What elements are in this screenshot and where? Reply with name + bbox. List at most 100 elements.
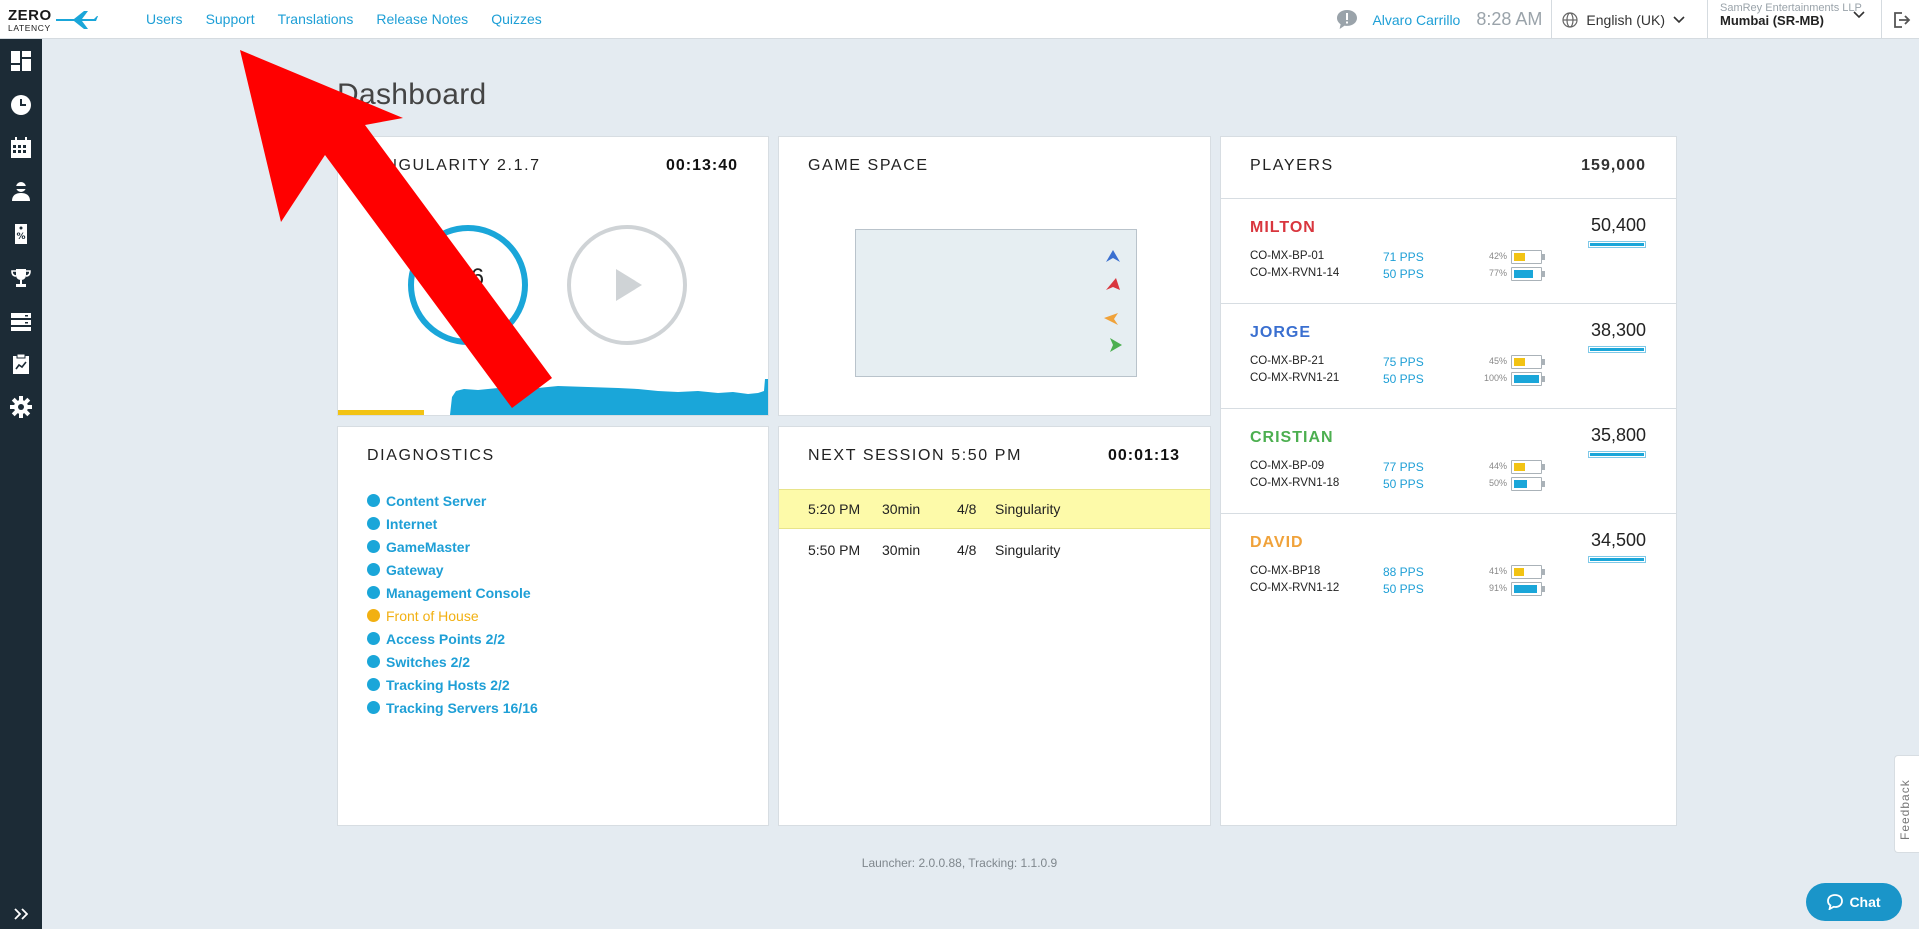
player-name: MILTON [1250,219,1316,236]
session-time: 5:20 PM [808,501,861,517]
voucher-icon: % [15,224,27,244]
chat-button[interactable]: Chat [1806,883,1902,921]
player-row[interactable]: MILTON 50,400 CO-MX-BP-01 71 PPS 42% CO-MX-RV… [1221,199,1676,304]
sidebar-item-vouchers[interactable]: % [0,216,42,252]
score-ring: 396 [408,225,528,345]
diagnostic-item[interactable]: Switches 2/2 [367,650,538,673]
battery-icon [1511,582,1545,596]
session-row[interactable]: 5:50 PM 30min 4/8 Singularity [779,530,1210,570]
user-name-link[interactable]: Alvaro Carrillo [1372,12,1460,28]
player-score: 38,300 [1590,320,1646,340]
session-row[interactable]: 5:20 PM 30min 4/8 Singularity [779,489,1210,529]
venue-selector[interactable]: SamRey Entertainments LLP Mumbai (SR-MB) [1707,0,1881,39]
next-session-card: NEXT SESSION 5:50 PM 00:01:13 5:20 PM 30m… [778,426,1211,826]
language-selector[interactable]: English (UK) [1551,0,1707,39]
player-name: JORGE [1250,324,1312,341]
sidebar-item-leaderboard[interactable] [0,260,42,296]
sidebar-item-servers[interactable] [0,303,42,339]
diagnostics-card: DIAGNOSTICS Content Server Internet GameMa… [337,426,769,826]
next-session-timer: 00:01:13 [1107,447,1180,464]
sidebar-item-players[interactable] [0,173,42,209]
status-dot-icon [367,517,380,530]
device-pps: 50 PPS [1383,582,1424,596]
battery-icon [1511,267,1545,281]
version-info: Launcher: 2.0.0.88, Tracking: 1.1.0.9 [861,856,1058,870]
nav-users[interactable]: Users [146,11,183,27]
game-space-title: GAME SPACE [808,157,929,174]
battery-level-fill [1514,585,1537,593]
chat-bubble-icon [1827,894,1844,910]
device-name: CO-MX-RVN1-12 [1250,582,1340,594]
device-pps: 77 PPS [1383,460,1424,474]
diagnostic-item[interactable]: Gateway [367,558,538,581]
player-score-bar-fill [1590,243,1644,246]
player-score-bar-fill [1590,348,1644,351]
status-dot-icon [367,701,380,714]
diagnostic-item[interactable]: Access Points 2/2 [367,627,538,650]
sidebar-item-settings[interactable] [0,389,42,425]
session-time: 5:50 PM [808,542,861,558]
player-name: DAVID [1250,534,1304,551]
feedback-tab[interactable]: Feedback [1894,755,1919,853]
diagnostic-item[interactable]: GameMaster [367,535,538,558]
diagnostic-item[interactable]: Management Console [367,581,538,604]
players-title: PLAYERS [1250,157,1334,174]
device-pps: 88 PPS [1383,565,1424,579]
player-score: 35,800 [1590,425,1646,445]
logout-icon [1893,11,1910,28]
status-dot-icon [367,563,380,576]
logout-button[interactable] [1881,0,1919,39]
battery-level-fill [1514,375,1539,383]
player-score: 34,500 [1590,530,1646,550]
battery-icon [1511,460,1545,474]
diagnostic-item[interactable]: Tracking Hosts 2/2 [367,673,538,696]
next-session-title: NEXT SESSION 5:50 PM [808,447,1022,464]
battery-level-fill [1514,463,1525,471]
diagnostic-item[interactable]: Internet [367,512,538,535]
player-row[interactable]: DAVID 34,500 CO-MX-BP18 88 PPS 41% CO-MX-RVN1… [1221,514,1676,619]
battery-icon [1511,565,1545,579]
sidebar-item-dashboard[interactable] [0,43,42,79]
diagnostic-label: Internet [386,515,438,532]
players-header: PLAYERS 159,000 [1221,137,1676,199]
battery-level-fill [1514,568,1525,576]
battery-icon [1511,477,1545,491]
sidebar-item-history[interactable] [0,87,42,123]
battery-icon [1511,250,1545,264]
diagnostics-title: DIAGNOSTICS [367,447,495,464]
sidebar-expand-button[interactable] [0,899,42,929]
device-name: CO-MX-RVN1-14 [1250,267,1340,279]
sidebar-item-calendar[interactable] [0,130,42,166]
diagnostic-label: Tracking Servers 16/16 [386,699,538,716]
calendar-icon [11,137,31,158]
device-name: CO-MX-RVN1-18 [1250,477,1340,489]
sidebar-item-reports[interactable] [0,346,42,382]
top-bar-right: Alvaro Carrillo 8:28 AM English (UK) Sam… [1328,0,1919,39]
player-row[interactable]: JORGE 38,300 CO-MX-BP-21 75 PPS 45% CO-MX-RVN… [1221,304,1676,409]
session-game: Singularity [995,501,1061,517]
zero-latency-logo[interactable]: ZERO LATENCY [8,6,98,34]
sidebar: % [0,39,42,929]
nav-quizzes[interactable]: Quizzes [491,11,542,27]
nav-translations[interactable]: Translations [278,11,354,27]
player-score-bar [1588,241,1646,248]
play-button[interactable] [567,225,687,345]
diagnostic-item[interactable]: Tracking Servers 16/16 [367,696,538,719]
player-row[interactable]: CRISTIAN 35,800 CO-MX-BP-09 77 PPS 44% CO-MX-… [1221,409,1676,514]
players-card: PLAYERS 159,000 MILTON 50,400 CO-MX-BP-01 7… [1220,136,1677,826]
players-total: 159,000 [1581,157,1646,174]
nav-release-notes[interactable]: Release Notes [376,11,468,27]
clock: 8:28 AM [1476,9,1543,29]
device-pps: 50 PPS [1383,267,1424,281]
game-space-map [855,229,1137,377]
nav-support[interactable]: Support [206,11,255,27]
player-device: CO-MX-RVN1-18 50 PPS 50% [1250,476,1650,492]
report-icon [13,353,29,374]
status-dot-icon [367,655,380,668]
diagnostic-item[interactable]: Content Server [367,489,538,512]
diagnostic-item[interactable]: Front of House [367,604,538,627]
device-battery-percent: 42% [1488,251,1507,261]
clock-icon [11,95,31,115]
chat-label: Chat [1849,894,1881,910]
notification-icon[interactable] [1328,8,1366,32]
